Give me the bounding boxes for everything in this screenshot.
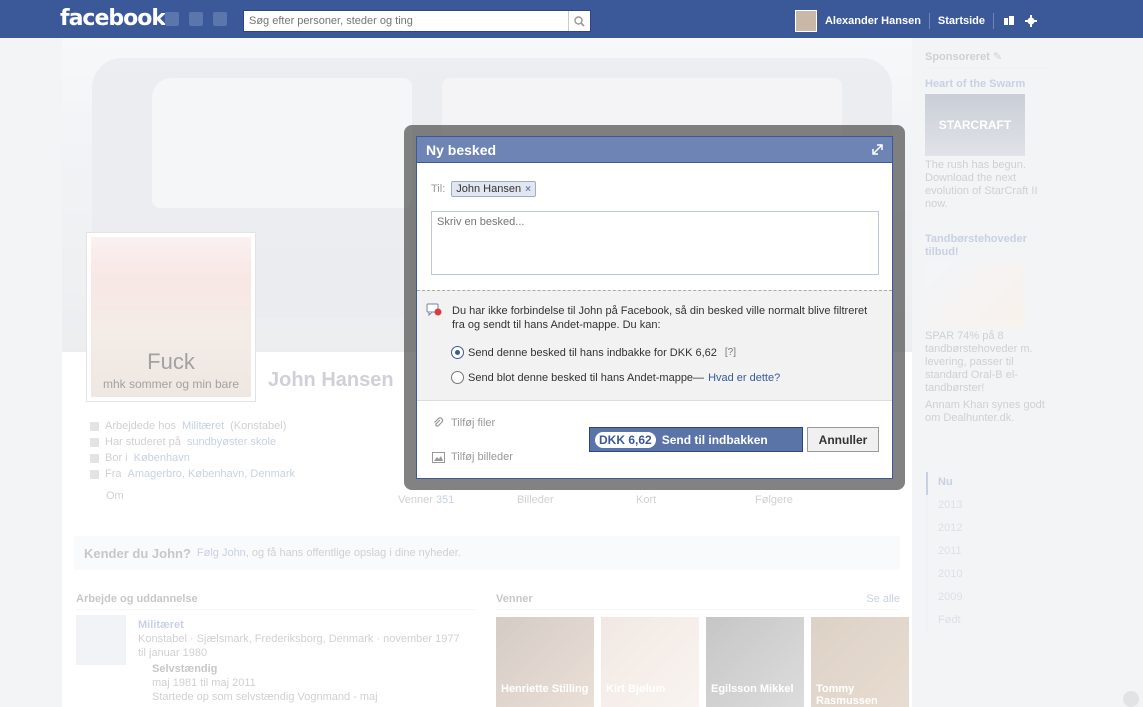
messages-icon[interactable] — [189, 12, 203, 26]
message-warning-icon — [426, 303, 442, 317]
option-inbox[interactable]: Send denne besked til hans indbakke for … — [451, 346, 736, 359]
search-icon — [574, 15, 585, 27]
dialog-frame: Ny besked Til: John Hansen × Du har ikke… — [404, 125, 905, 490]
home-link[interactable]: Startside — [938, 15, 985, 27]
dialog-title: Ny besked — [426, 142, 497, 158]
what-is-this-link[interactable]: Hvad er dette? — [708, 372, 780, 384]
new-message-dialog: Ny besked Til: John Hansen × Du har ikke… — [416, 136, 893, 479]
send-to-inbox-button[interactable]: DKK 6,62 Send til indbakken — [589, 427, 803, 452]
recipient-token[interactable]: John Hansen × — [451, 181, 536, 197]
friend-requests-icon[interactable] — [165, 12, 179, 26]
cancel-button[interactable]: Annuller — [807, 427, 879, 452]
nav-divider — [993, 13, 994, 29]
dialog-title-bar: Ny besked — [417, 137, 892, 163]
attach-files[interactable]: Tilføj filer — [431, 417, 495, 429]
message-input[interactable] — [431, 211, 879, 275]
photo-icon — [431, 451, 445, 463]
remove-recipient-icon[interactable]: × — [525, 184, 531, 195]
gear-icon[interactable] — [1024, 14, 1038, 28]
notice-text: Du har ikke forbindelse til John på Face… — [452, 305, 868, 331]
nav-divider — [928, 13, 930, 29]
facebook-logo[interactable]: facebook — [60, 6, 166, 31]
price-badge: DKK 6,62 — [595, 431, 656, 448]
expand-icon[interactable] — [871, 143, 884, 156]
paperclip-icon — [431, 417, 445, 429]
attach-photos[interactable]: Tilføj billeder — [431, 451, 513, 463]
filter-notice: Du har ikke forbindelse til John på Face… — [417, 290, 892, 401]
search-input[interactable] — [244, 11, 564, 31]
search-box — [243, 10, 591, 32]
help-link[interactable]: [?] — [725, 347, 736, 358]
top-nav: Alexander Hansen Startside — [794, 10, 1038, 32]
to-row: Til: John Hansen × — [431, 181, 536, 197]
option-other-folder[interactable]: Send blot denne besked til hans Andet-ma… — [451, 371, 780, 384]
radio-inbox[interactable] — [451, 346, 464, 359]
search-button[interactable] — [568, 11, 590, 31]
radio-other-folder[interactable] — [451, 371, 464, 384]
user-avatar[interactable] — [794, 10, 817, 32]
user-name-link[interactable]: Alexander Hansen — [825, 15, 921, 27]
to-label: Til: — [431, 183, 446, 195]
notifications-icon[interactable] — [213, 12, 227, 26]
top-bar: facebook Alexander Hansen Startside — [0, 0, 1143, 38]
notification-jewels — [165, 12, 227, 26]
privacy-shortcuts-icon[interactable] — [1002, 14, 1016, 28]
